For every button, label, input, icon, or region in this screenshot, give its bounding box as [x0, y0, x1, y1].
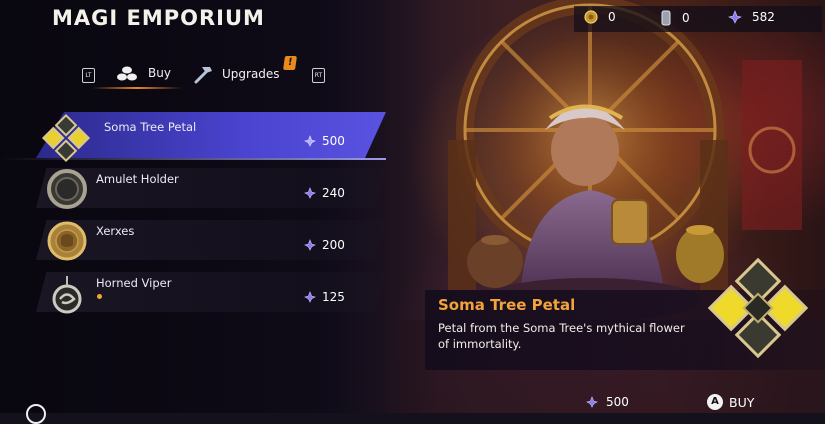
tab-upgrades[interactable]: Upgrades — [192, 64, 280, 84]
item-price: 240 — [304, 186, 345, 200]
left-trigger-hint[interactable]: LT — [82, 68, 95, 83]
currency-silver: 0 — [660, 10, 690, 26]
right-trigger-hint[interactable]: RT — [312, 68, 325, 83]
list-item-amulet-holder[interactable]: Amulet Holder 240 — [0, 164, 400, 212]
item-name: Amulet Holder — [96, 172, 179, 186]
amulet-holder-icon — [47, 169, 87, 209]
list-item-soma-tree-petal[interactable]: Soma Tree Petal 500 — [0, 112, 400, 163]
list-item-horned-viper[interactable]: Horned Viper 125 — [0, 268, 400, 316]
time-crystal-icon — [304, 135, 316, 147]
time-crystal-icon — [586, 396, 598, 408]
corner-button-hint — [26, 404, 46, 424]
time-crystal-icon — [728, 10, 742, 24]
currency-gold-value: 0 — [608, 10, 616, 24]
page-title: MAGI EMPORIUM — [52, 6, 265, 30]
upgrades-alert-badge: ! — [283, 56, 297, 70]
item-price: 500 — [304, 134, 345, 148]
item-price-value: 125 — [322, 290, 345, 304]
hammer-icon — [194, 67, 212, 84]
new-item-dot — [97, 294, 102, 299]
currency-bar: 0 0 582 — [574, 6, 822, 32]
silver-tablet-icon — [661, 10, 671, 26]
list-item-xerxes[interactable]: Xerxes 200 — [0, 216, 400, 264]
a-button-icon: A — [707, 394, 723, 410]
buy-button[interactable]: A BUY — [707, 394, 754, 410]
soma-tree-petal-icon — [41, 113, 91, 163]
currency-crystal-value: 582 — [752, 10, 775, 24]
tab-upgrades-label: Upgrades — [222, 67, 280, 81]
currency-crystal: 582 — [728, 10, 775, 24]
footer-price-value: 500 — [606, 395, 629, 409]
detail-title: Soma Tree Petal — [438, 296, 576, 314]
time-crystal-icon — [304, 187, 316, 199]
item-price-value: 240 — [322, 186, 345, 200]
soma-tree-petal-large-icon — [707, 257, 809, 359]
detail-description: Petal from the Soma Tree's mythical flow… — [438, 321, 685, 351]
coins-icon — [117, 66, 137, 81]
item-price-value: 500 — [322, 134, 345, 148]
time-crystal-icon — [304, 239, 316, 251]
tab-buy-label: Buy — [148, 66, 171, 80]
xerxes-coin-icon — [47, 221, 87, 261]
gold-coin-icon — [584, 10, 598, 24]
buy-label: BUY — [729, 394, 755, 410]
item-price-value: 200 — [322, 238, 345, 252]
tab-buy[interactable]: Buy — [116, 64, 171, 82]
item-price: 200 — [304, 238, 345, 252]
time-crystal-icon — [304, 291, 316, 303]
item-name: Xerxes — [96, 224, 135, 238]
currency-silver-value: 0 — [682, 11, 690, 25]
active-tab-indicator — [92, 87, 182, 89]
item-name: Soma Tree Petal — [104, 120, 197, 134]
horned-viper-icon — [52, 276, 82, 314]
item-price: 125 — [304, 290, 345, 304]
item-name: Horned Viper — [96, 276, 172, 290]
currency-gold: 0 — [584, 10, 616, 24]
footer-price: 500 — [586, 395, 629, 409]
